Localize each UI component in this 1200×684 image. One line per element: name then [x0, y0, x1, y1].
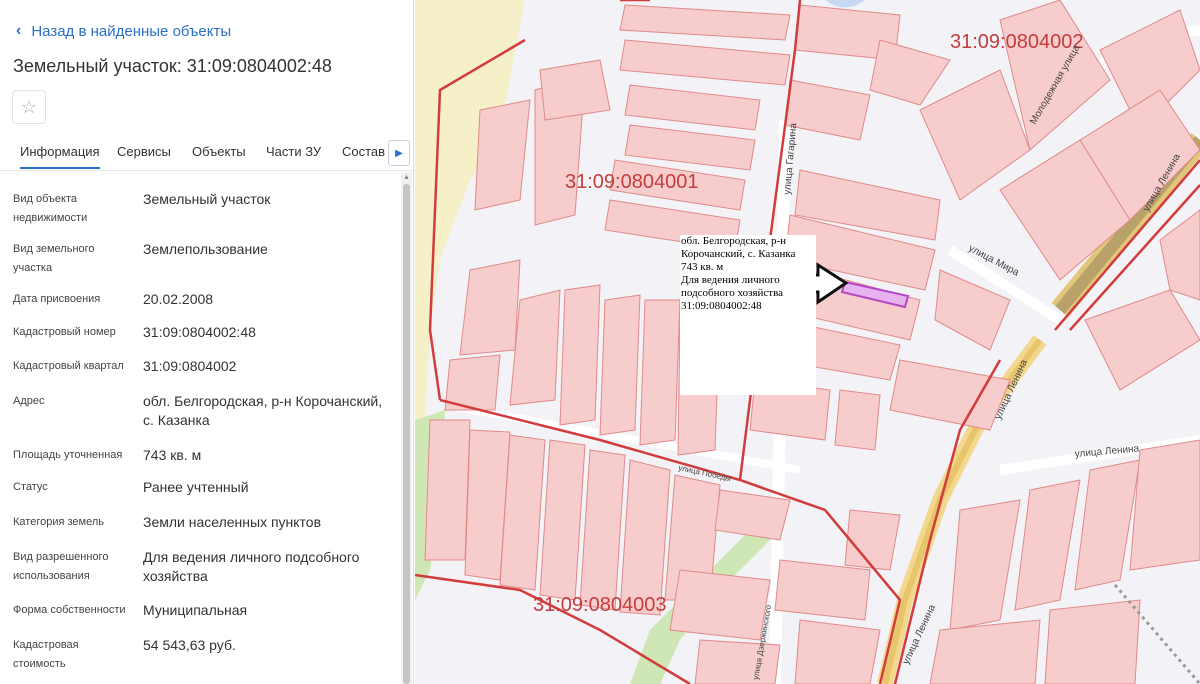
- popup-line: подсобного хозяйства: [681, 287, 784, 299]
- scroll-up-icon[interactable]: ▲: [403, 174, 410, 181]
- row-label: Форма собственности: [13, 604, 126, 616]
- page-title: Земельный участок: 31:09:0804002:48: [13, 56, 332, 76]
- row-label: Статус: [13, 481, 48, 493]
- info-panel: ‹ Назад в найденные объекты Земельный уч…: [0, 0, 414, 684]
- row-value: Земельный участок: [143, 191, 271, 207]
- tab-information[interactable]: Информация: [20, 144, 100, 169]
- star-icon: ☆: [20, 96, 38, 117]
- quarter-label: 31:09:0804001: [565, 171, 698, 193]
- quarter-label: 31:09:0804002: [950, 31, 1083, 53]
- row-label: Вид разрешенного использования: [13, 551, 109, 582]
- row-value: 54 543,63 руб.: [143, 637, 236, 653]
- popup-line: обл. Белгородская, р-н: [681, 235, 787, 247]
- row-value: 31:09:0804002:48: [143, 324, 256, 340]
- row-label: Дата присвоения: [13, 293, 101, 305]
- row-value: 31:09:0804002: [143, 358, 237, 374]
- row-value: 743 кв. м: [143, 447, 202, 463]
- parcel-popup: обл. Белгородская, р-н Корочанский, с. К…: [680, 235, 816, 395]
- back-link-label: Назад в найденные объекты: [31, 22, 232, 40]
- back-link[interactable]: ‹ Назад в найденные объекты: [16, 22, 231, 40]
- row-value: обл. Белгородская, р-н Корочанский, с. К…: [143, 393, 383, 428]
- triangle-right-icon: ▶: [395, 147, 403, 159]
- popup-line: Корочанский, с. Казанка: [681, 248, 796, 260]
- row-label: Кадастровая стоимость: [13, 639, 79, 670]
- tab-services[interactable]: Сервисы: [117, 144, 171, 159]
- scrollbar-thumb[interactable]: [403, 184, 410, 684]
- chevron-left-icon: ‹: [16, 22, 22, 39]
- row-label: Категория земель: [13, 516, 104, 528]
- tab-parts[interactable]: Части ЗУ: [266, 144, 321, 159]
- row-label: Адрес: [13, 395, 45, 407]
- row-value: Для ведения личного подсобного хозяйства: [143, 549, 360, 584]
- row-value: Муниципальная: [143, 602, 248, 618]
- quarter-label: 31:09:0804003: [533, 594, 666, 616]
- row-label: Вид земельного участка: [13, 243, 95, 274]
- tab-objects[interactable]: Объекты: [192, 144, 246, 159]
- tab-composition[interactable]: Состав: [342, 144, 385, 159]
- tab-bar: Информация Сервисы Объекты Части ЗУ Сост…: [0, 134, 413, 171]
- scrollbar[interactable]: ▲: [401, 172, 412, 684]
- info-table: Вид объекта недвижимости Земельный участ…: [0, 178, 400, 684]
- row-value: 20.02.2008: [143, 291, 214, 307]
- popup-line: Для ведения личного: [681, 274, 780, 286]
- row-value: Ранее учтенный: [143, 479, 249, 495]
- row-label: Вид объекта недвижимости: [13, 193, 88, 224]
- tabs-next-button[interactable]: ▶: [388, 140, 410, 166]
- row-value: Землепользование: [143, 241, 268, 257]
- popup-line: 743 кв. м: [681, 261, 724, 273]
- row-label: Площадь уточненная: [13, 449, 123, 461]
- cadastral-map[interactable]: 31:09:0804001 31:09:0804002 31:09:080400…: [415, 0, 1200, 684]
- popup-line: 31:09:0804002:48: [681, 300, 762, 312]
- row-label: Кадастровый номер: [13, 326, 116, 338]
- row-value: Земли населенных пунктов: [143, 514, 322, 530]
- row-label: Кадастровый квартал: [13, 360, 124, 372]
- favorite-button[interactable]: ☆: [12, 90, 46, 124]
